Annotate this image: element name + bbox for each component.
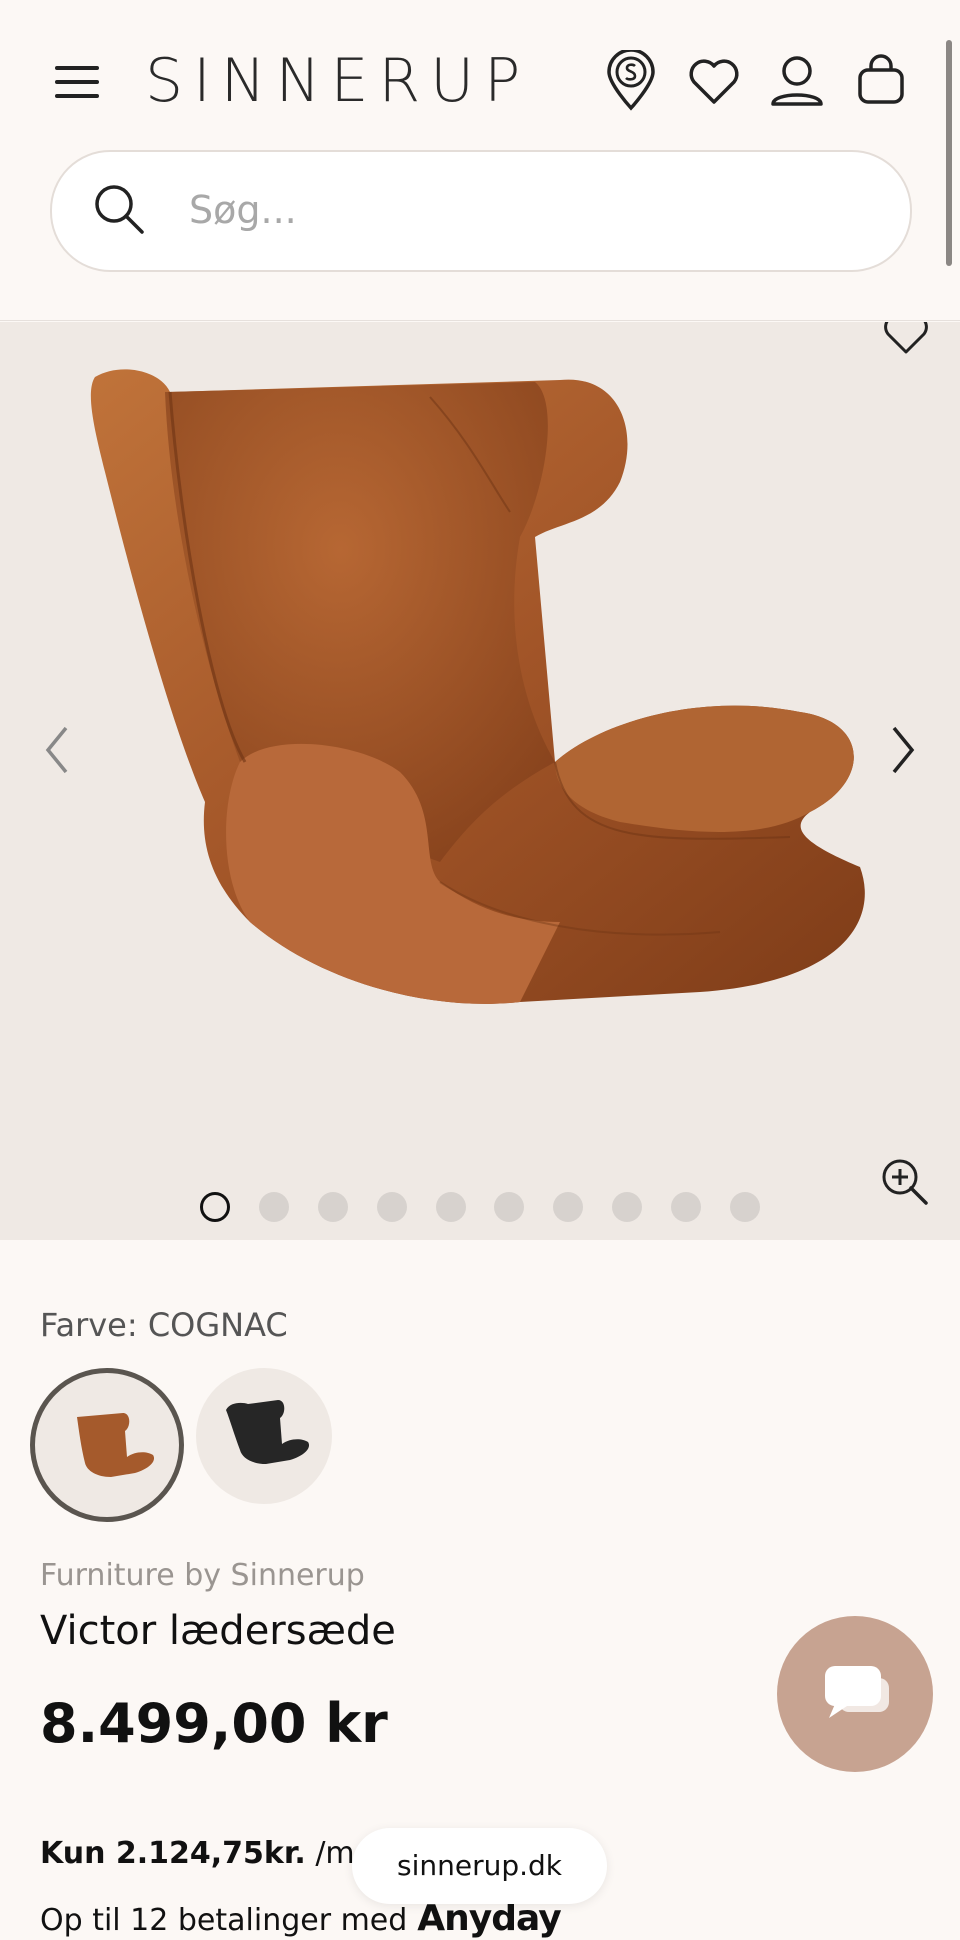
chat-button[interactable]	[777, 1616, 933, 1772]
zoom-icon[interactable]	[880, 1157, 930, 1207]
gallery-dot[interactable]	[377, 1192, 407, 1222]
gallery-dot[interactable]	[671, 1192, 701, 1222]
installment-note: Op til 12 betalinger med Anyday	[40, 1898, 562, 1939]
gallery-dot[interactable]	[259, 1192, 289, 1222]
search-bar[interactable]	[50, 150, 912, 272]
gallery-dot[interactable]	[494, 1192, 524, 1222]
store-locator-icon[interactable]	[604, 50, 658, 112]
gallery-dot[interactable]	[730, 1192, 760, 1222]
url-pill[interactable]: sinnerup.dk	[352, 1828, 607, 1904]
search-input[interactable]	[187, 174, 851, 246]
product-image	[90, 369, 865, 1004]
scrollbar[interactable]	[946, 40, 952, 266]
site-header: SINNERUP	[0, 0, 960, 321]
color-label: Farve: COGNAC	[40, 1306, 288, 1344]
previous-image-arrow-icon[interactable]	[42, 722, 72, 778]
site-logo[interactable]: SINNERUP	[145, 46, 530, 116]
product-brand[interactable]: Furniture by Sinnerup	[40, 1558, 365, 1593]
swatch-black[interactable]	[196, 1368, 332, 1504]
gallery-dot[interactable]	[200, 1192, 230, 1222]
swatch-cognac[interactable]	[30, 1368, 184, 1522]
product-price: 8.499,00 kr	[40, 1692, 388, 1755]
product-title: Victor lædersæde	[40, 1608, 396, 1654]
gallery-dot[interactable]	[436, 1192, 466, 1222]
cognac-chair-thumbnail	[39, 1377, 175, 1513]
gallery-dot[interactable]	[612, 1192, 642, 1222]
add-to-wishlist-icon[interactable]	[882, 322, 930, 356]
wishlist-icon[interactable]	[688, 56, 740, 106]
installment-amount: Kun 2.124,75kr.	[40, 1836, 306, 1871]
chat-icon	[825, 1666, 889, 1718]
next-image-arrow-icon[interactable]	[888, 722, 918, 778]
gallery-dot[interactable]	[553, 1192, 583, 1222]
gallery-dot[interactable]	[318, 1192, 348, 1222]
menu-icon[interactable]	[55, 62, 99, 100]
account-icon[interactable]	[770, 54, 824, 110]
cart-icon[interactable]	[856, 54, 906, 106]
black-chair-thumbnail	[198, 1370, 330, 1502]
installment-note-text: Op til 12 betalinger med	[40, 1903, 408, 1938]
product-image-gallery[interactable]	[0, 322, 960, 1240]
anyday-logo[interactable]: Anyday	[417, 1898, 561, 1939]
search-icon[interactable]	[92, 182, 146, 236]
